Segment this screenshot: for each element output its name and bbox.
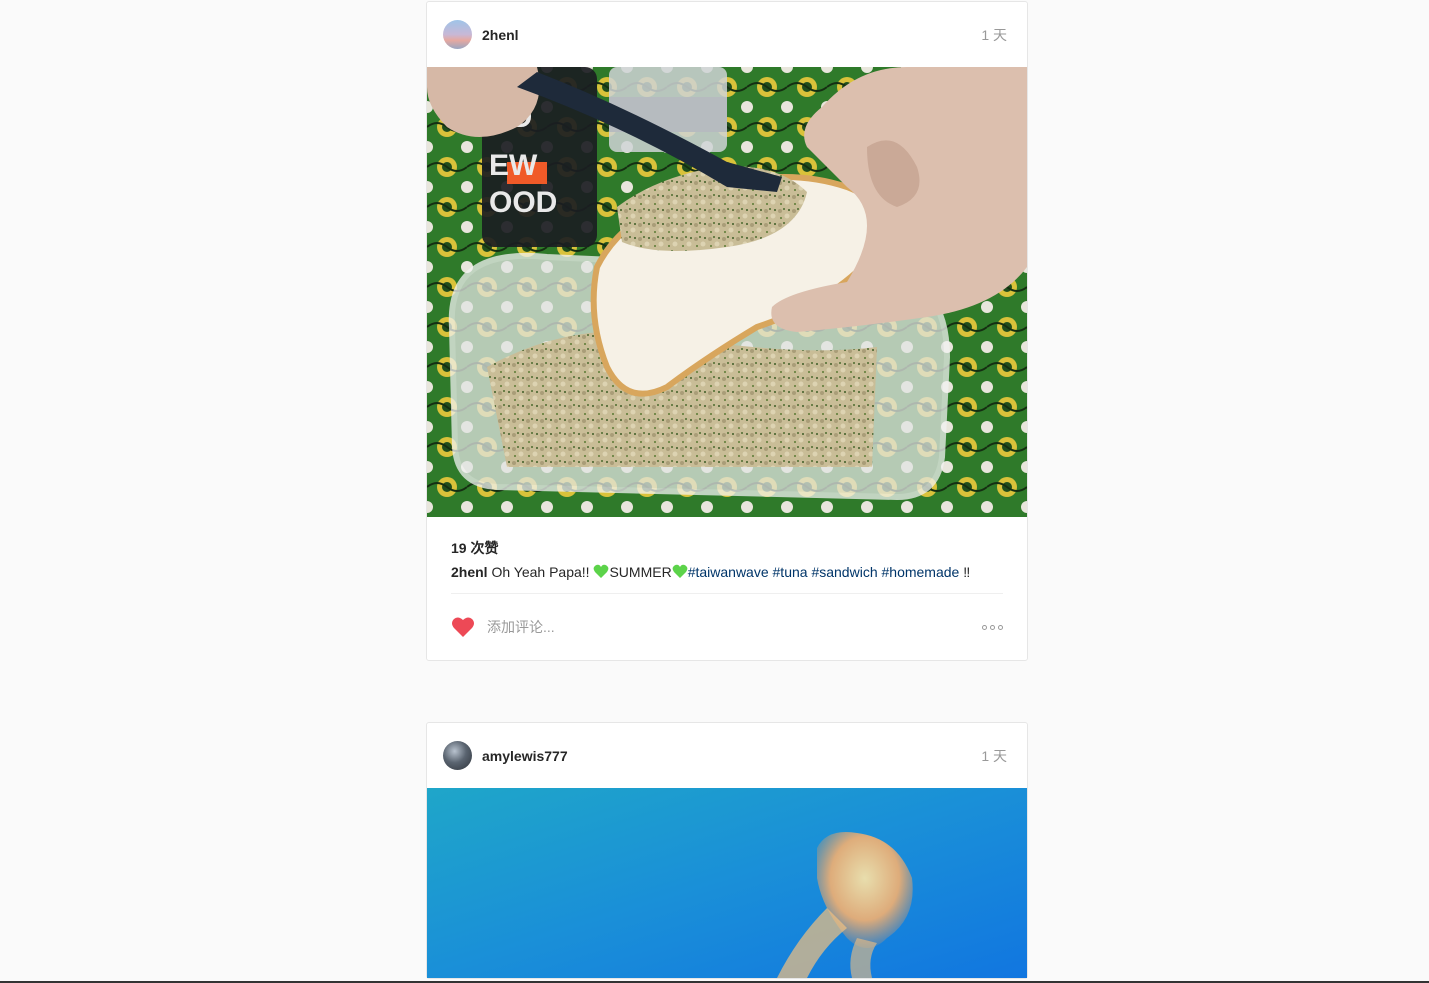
green-heart-icon bbox=[672, 564, 688, 578]
avatar[interactable] bbox=[443, 20, 472, 49]
avatar[interactable] bbox=[443, 741, 472, 770]
post-actions bbox=[451, 594, 1003, 660]
post-time[interactable]: 1 天 bbox=[981, 25, 1007, 45]
post: amylewis777 1 天 bbox=[426, 722, 1028, 979]
more-options-button[interactable] bbox=[982, 621, 1003, 634]
post-photo[interactable]: ND EW OOD bbox=[427, 67, 1027, 517]
post-header: 2henl 1 天 bbox=[427, 2, 1027, 67]
caption-author[interactable]: 2henl bbox=[451, 564, 488, 580]
dot-icon bbox=[982, 624, 987, 630]
post: 2henl 1 天 EW OOD 19 次赞 2henl Oh Yeah Pap… bbox=[426, 1, 1028, 661]
post-caption: 2henl Oh Yeah Papa!! SUMMER #taiwanwave #… bbox=[451, 563, 1003, 594]
dot-icon bbox=[998, 624, 1003, 630]
heart-icon[interactable] bbox=[451, 616, 475, 638]
comment-input[interactable] bbox=[485, 618, 982, 636]
caption-text: Oh Yeah Papa!! bbox=[487, 564, 594, 580]
hashtag-link[interactable]: #tuna bbox=[773, 564, 808, 580]
caption-suffix: ‼ bbox=[963, 564, 971, 580]
svg-text:EW: EW bbox=[489, 149, 538, 182]
post-header: amylewis777 1 天 bbox=[427, 723, 1027, 788]
post-body: 19 次赞 2henl Oh Yeah Papa!! SUMMER #taiwan… bbox=[427, 538, 1027, 660]
post-username[interactable]: amylewis777 bbox=[482, 748, 981, 764]
post-username[interactable]: 2henl bbox=[482, 27, 981, 43]
green-heart-icon bbox=[594, 564, 609, 578]
hashtag-link[interactable]: #sandwich bbox=[811, 564, 877, 580]
post-time[interactable]: 1 天 bbox=[981, 746, 1007, 766]
jellyfish-photo bbox=[427, 788, 1027, 978]
feed: 2henl 1 天 EW OOD 19 次赞 2henl Oh Yeah Pap… bbox=[426, 1, 1028, 979]
svg-text:OOD: OOD bbox=[489, 186, 557, 219]
likes-count[interactable]: 19 次赞 bbox=[451, 538, 1003, 556]
tuna-sandwich-photo: ND EW OOD bbox=[427, 67, 1027, 517]
hashtag-link[interactable]: #taiwanwave bbox=[688, 564, 769, 580]
post-photo[interactable] bbox=[427, 788, 1027, 978]
caption-word: SUMMER bbox=[609, 564, 672, 580]
hashtag-link[interactable]: #homemade bbox=[882, 564, 960, 580]
dot-icon bbox=[990, 624, 995, 630]
